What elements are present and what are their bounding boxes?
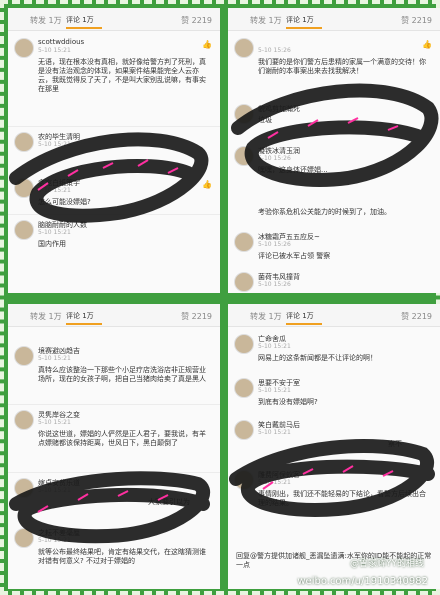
tab-active-indicator: [66, 27, 102, 29]
avatar[interactable]: [14, 346, 34, 366]
comment-text: 评论已被水军占领 警察: [258, 252, 331, 260]
comment-text: 垃圾: [258, 116, 272, 124]
tab-repost[interactable]: 转发 1万: [250, 15, 282, 26]
comment-text: 我们要的是你们警方后患精的家属一个满意的交待！你们谢耐的本事案出来去找我解决！: [258, 58, 426, 75]
watermark-handle: @鲁家辉YY的相线: [350, 559, 424, 569]
avatar[interactable]: [14, 132, 34, 152]
watermark-url: weibo.com/u/1910340982: [297, 576, 428, 587]
avatar[interactable]: [14, 220, 34, 240]
avatar[interactable]: [234, 38, 254, 58]
tab-bar: 转发 1万 评论 1万 赞 2219: [228, 304, 440, 327]
avatar[interactable]: [234, 104, 254, 124]
comment-panel-3: 转发 1万 评论 1万 赞 2219 境赛避凶趋吉 5-10 15:21 真特么…: [8, 304, 220, 589]
comment-text: 无语，现在根本没有真相，就好像给警方判了死刑，真是没有法治观念的体现，如果案件结…: [38, 58, 206, 93]
comment-time: 5-10 15:21: [38, 355, 71, 362]
image-frame: 转发 1万 评论 1万 赞 2219 scottwddious 5-10 15:…: [0, 0, 440, 595]
comment-time: 5-10 15:21: [258, 343, 291, 350]
tab-like[interactable]: 赞 2219: [401, 311, 432, 322]
tab-active-indicator: [66, 323, 102, 325]
tab-active-indicator: [286, 27, 322, 29]
comment-text: 事情刚出，我们还不能轻易的下结论，看警方后续出合理的结果。: [258, 490, 426, 507]
tab-active-indicator: [286, 323, 322, 325]
avatar[interactable]: [14, 528, 34, 548]
avatar[interactable]: [234, 470, 254, 490]
comment-time: 5-10 15:26: [258, 155, 291, 162]
avatar[interactable]: [234, 146, 254, 166]
comment-text: 大家要引以为: [148, 498, 190, 506]
avatar[interactable]: [234, 232, 254, 252]
comment-text: 考验你系危机公关能力的时候到了，加油。: [258, 208, 391, 216]
comment-text: 国内作用: [38, 240, 66, 248]
comment-text: 察不: [388, 440, 402, 448]
comment-text: 网易上的这条新闻都是不让评论的啊！: [258, 354, 377, 362]
divider: [8, 214, 220, 215]
avatar[interactable]: [14, 38, 34, 58]
comment-time: 5-10 15:21: [38, 47, 71, 54]
comment-time: 5-10 15:21: [38, 141, 71, 148]
avatar[interactable]: [234, 378, 254, 398]
comment-text: 真特么应该整治一下那些个小足疗店洗浴店非正规营业场所，现在的女孩子啊，把自己当猪…: [38, 366, 206, 383]
tab-like[interactable]: 赞 2219: [181, 15, 212, 26]
avatar[interactable]: [234, 334, 254, 354]
comment-time: 5-10 15:21: [38, 187, 71, 194]
comment-time: 5-10 15:21: [258, 387, 291, 394]
tab-repost[interactable]: 转发 1万: [30, 15, 62, 26]
avatar[interactable]: [14, 178, 34, 198]
comment-time: 5-10 15:26: [258, 47, 291, 54]
divider: [8, 472, 220, 473]
comment-text: 到底有没有嫖娼啊?: [258, 398, 318, 406]
avatar[interactable]: [234, 272, 254, 292]
tab-like[interactable]: 赞 2219: [401, 15, 432, 26]
comment-time: 5-10 15:21: [38, 487, 71, 494]
tab-bar: 转发 1万 评论 1万 赞 2219: [8, 8, 220, 31]
tab-bar: 转发 1万 评论 1万 赞 2219: [228, 8, 440, 31]
comment-time: 5-10 15:21: [38, 419, 71, 426]
tab-bar: 转发 1万 评论 1万 赞 2219: [8, 304, 220, 327]
tab-like[interactable]: 赞 2219: [181, 311, 212, 322]
comment-time: 5-10 15:26: [258, 281, 291, 288]
comment-panel-4: 转发 1万 评论 1万 赞 2219 亡命舍瓜 5-10 15:21 网易上的这…: [228, 304, 440, 589]
tab-repost[interactable]: 转发 1万: [30, 311, 62, 322]
comment-panel-1: 转发 1万 评论 1万 赞 2219 scottwddious 5-10 15:…: [8, 8, 220, 293]
comment-text: 你说这世道，嫖娼的人俨然是正人君子，要我说，有羊点嫖赌都该保持距离，世风日下，黑…: [38, 430, 206, 447]
thumb-up-icon[interactable]: 👍: [422, 40, 432, 49]
comment-time: 5-10 15:26: [258, 241, 291, 248]
comment-text: 嘿嘿，这身体还嫖娼...: [258, 166, 328, 174]
comment-time: 5-10 15:21: [38, 537, 71, 544]
divider: [8, 404, 220, 405]
comment-time: 5-10 15:21: [258, 479, 291, 486]
divider: [8, 126, 220, 127]
commenter-name[interactable]: 貌鸡剪加瀚死: [258, 104, 300, 114]
comment-panel-2: 转发 1万 评论 1万 赞 2219 5-10 15:26 👍 我们要的是你们警…: [228, 8, 440, 293]
comment-time: 5-10 15:21: [258, 429, 291, 436]
comment-time: 5-10 15:21: [38, 229, 71, 236]
avatar[interactable]: [14, 478, 34, 498]
tab-repost[interactable]: 转发 1万: [250, 311, 282, 322]
comment-text: 就等公布最终结果吧，肯定有结果交代，在这瞎猜测谁对错有何意义? 不过对于嫖娼的: [38, 548, 206, 565]
thumb-up-icon[interactable]: 👍: [202, 180, 212, 189]
avatar[interactable]: [234, 420, 254, 440]
thumb-up-icon[interactable]: 👍: [202, 40, 212, 49]
comment-text: 怎么可能没嫖娼?: [38, 198, 91, 206]
avatar[interactable]: [14, 410, 34, 430]
commenter-name[interactable]: scottwddious: [38, 38, 84, 46]
